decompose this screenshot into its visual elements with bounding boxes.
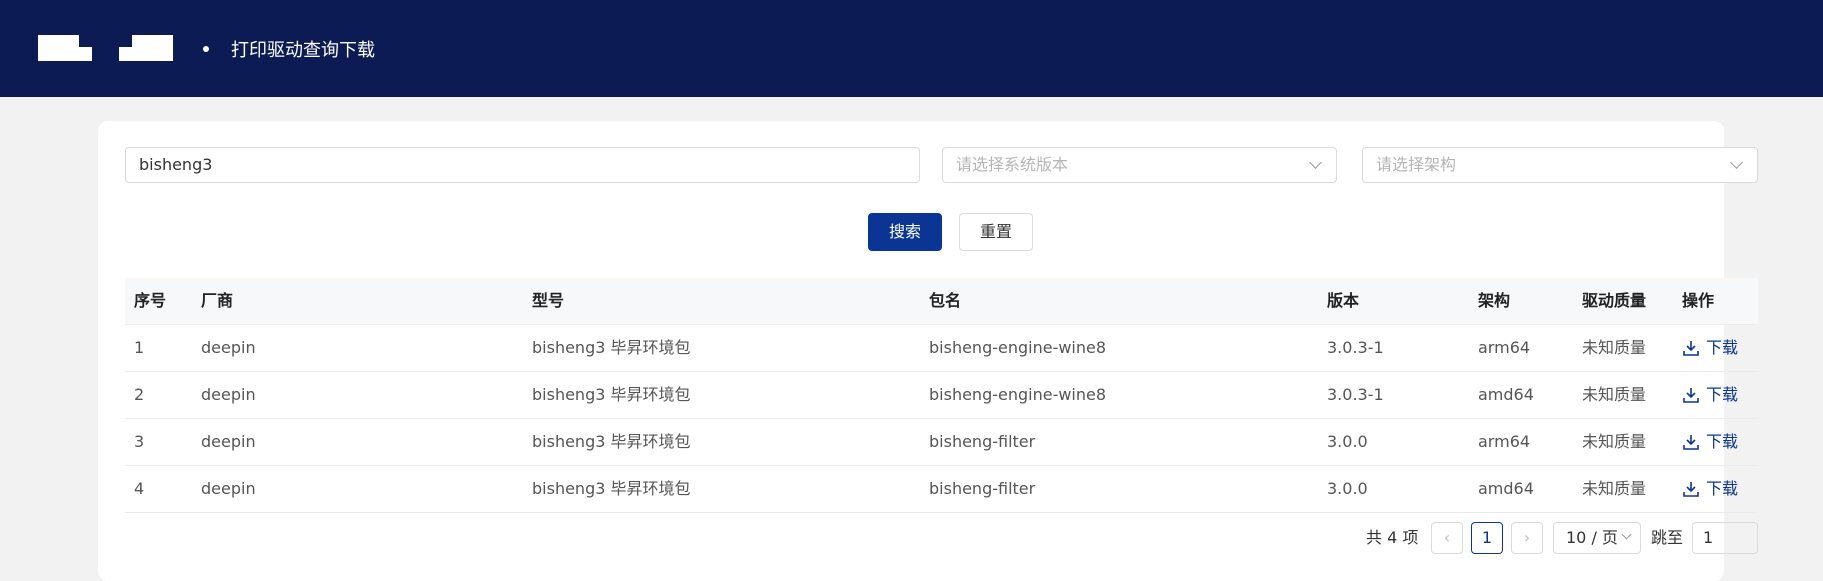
pagination: 共 4 项 ‹ 1 › 10 / 页 跳至 1 [98,522,1758,554]
main-card: bisheng3 请选择系统版本 请选择架构 搜索 重置 序号 厂商 型号 包名… [98,121,1758,581]
download-label: 下载 [1706,338,1739,357]
jump-input[interactable]: 1 [1692,522,1758,554]
cell-arch: arm64 [1478,338,1531,357]
cell-arch: arm64 [1478,432,1531,451]
download-icon [1683,435,1699,450]
reset-button[interactable]: 重置 [959,213,1033,251]
table-header: 序号 厂商 型号 包名 版本 架构 驱动质量 操作 [125,278,1758,325]
cell-version: 3.0.3-1 [1327,385,1384,404]
keyword-input[interactable]: bisheng3 [125,147,920,183]
page-1-button[interactable]: 1 [1471,522,1503,554]
col-index: 序号 [134,291,167,310]
cell-quality: 未知质量 [1582,479,1647,498]
col-model: 型号 [532,291,565,310]
page-size-value: 10 / 页 [1566,528,1618,547]
logo-left [38,35,93,61]
download-icon [1683,388,1699,403]
cell-quality: 未知质量 [1582,385,1647,404]
os-version-select[interactable]: 请选择系统版本 [942,147,1337,183]
cell-version: 3.0.0 [1327,479,1368,498]
jump-label: 跳至 [1651,528,1684,547]
download-link[interactable]: 下载 [1682,325,1738,371]
col-action: 操作 [1682,291,1715,310]
title-bullet [203,46,209,52]
cell-package: bisheng-engine-wine8 [929,338,1107,357]
download-link[interactable]: 下载 [1682,419,1738,465]
download-icon [1683,341,1699,356]
cell-vendor: deepin [201,385,256,404]
download-icon [1683,482,1699,497]
download-link[interactable]: 下载 [1682,466,1738,512]
cell-vendor: deepin [201,479,256,498]
col-version: 版本 [1327,291,1360,310]
cell-package: bisheng-engine-wine8 [929,385,1107,404]
cell-model: bisheng3 毕昇环境包 [532,432,691,451]
col-vendor: 厂商 [201,291,234,310]
col-arch: 架构 [1478,291,1511,310]
logo-right [118,35,173,61]
prev-page-button[interactable]: ‹ [1431,522,1463,554]
page-size-select[interactable]: 10 / 页 [1553,522,1641,554]
table-row: 3 deepin bisheng3 毕昇环境包 bisheng-filter 3… [125,419,1758,466]
cell-version: 3.0.3-1 [1327,338,1384,357]
next-page-button[interactable]: › [1511,522,1543,554]
table-row: 4 deepin bisheng3 毕昇环境包 bisheng-filter 3… [125,466,1758,513]
download-label: 下载 [1706,432,1739,451]
arch-select[interactable]: 请选择架构 [1362,147,1758,183]
cell-index: 2 [134,385,145,404]
table-row: 1 deepin bisheng3 毕昇环境包 bisheng-engine-w… [125,325,1758,372]
total-count: 共 4 项 [1366,528,1419,547]
cell-quality: 未知质量 [1582,432,1647,451]
page-title: 打印驱动查询下载 [231,40,375,61]
cell-vendor: deepin [201,432,256,451]
cell-package: bisheng-filter [929,479,1036,498]
search-button[interactable]: 搜索 [868,213,942,251]
arch-placeholder: 请选择架构 [1376,155,1457,174]
chevron-down-icon [1730,156,1743,169]
cell-vendor: deepin [201,338,256,357]
cell-arch: amd64 [1478,385,1534,404]
cell-arch: amd64 [1478,479,1534,498]
download-link[interactable]: 下载 [1682,372,1738,418]
cell-index: 1 [134,338,145,357]
table-row: 2 deepin bisheng3 毕昇环境包 bisheng-engine-w… [125,372,1758,419]
col-quality: 驱动质量 [1582,291,1647,310]
cell-model: bisheng3 毕昇环境包 [532,479,691,498]
cell-index: 4 [134,479,145,498]
col-package: 包名 [929,291,962,310]
download-label: 下载 [1706,385,1739,404]
driver-table: 序号 厂商 型号 包名 版本 架构 驱动质量 操作 1 deepin bishe… [125,278,1758,513]
app-header: 打印驱动查询下载 [0,0,1823,97]
chevron-down-icon [1309,156,1322,169]
cell-version: 3.0.0 [1327,432,1368,451]
cell-model: bisheng3 毕昇环境包 [532,338,691,357]
cell-quality: 未知质量 [1582,338,1647,357]
cell-package: bisheng-filter [929,432,1036,451]
cell-index: 3 [134,432,145,451]
download-label: 下载 [1706,479,1739,498]
os-version-placeholder: 请选择系统版本 [956,155,1069,174]
cell-model: bisheng3 毕昇环境包 [532,385,691,404]
chevron-down-icon [1621,529,1632,540]
